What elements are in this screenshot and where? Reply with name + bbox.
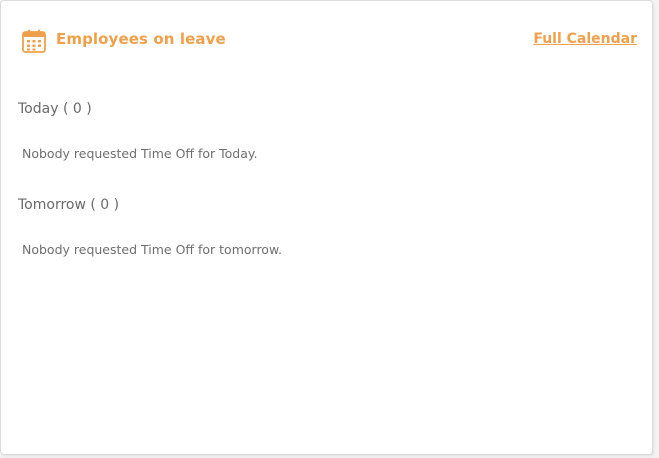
today-section-title: Today ( 0 ) — [18, 101, 92, 117]
tomorrow-empty-message: Nobody requested Time Off for tomorrow. — [22, 242, 283, 257]
tomorrow-section-title: Tomorrow ( 0 ) — [18, 197, 120, 213]
card-header: Employees on leave Full Calendar — [21, 28, 637, 54]
widget-title: Employees on leave — [56, 30, 226, 48]
employees-on-leave-card: Employees on leave Full Calendar Today (… — [0, 0, 653, 455]
full-calendar-link[interactable]: Full Calendar — [533, 31, 637, 47]
calendar-icon — [21, 28, 47, 54]
today-empty-message: Nobody requested Time Off for Today. — [22, 146, 258, 161]
